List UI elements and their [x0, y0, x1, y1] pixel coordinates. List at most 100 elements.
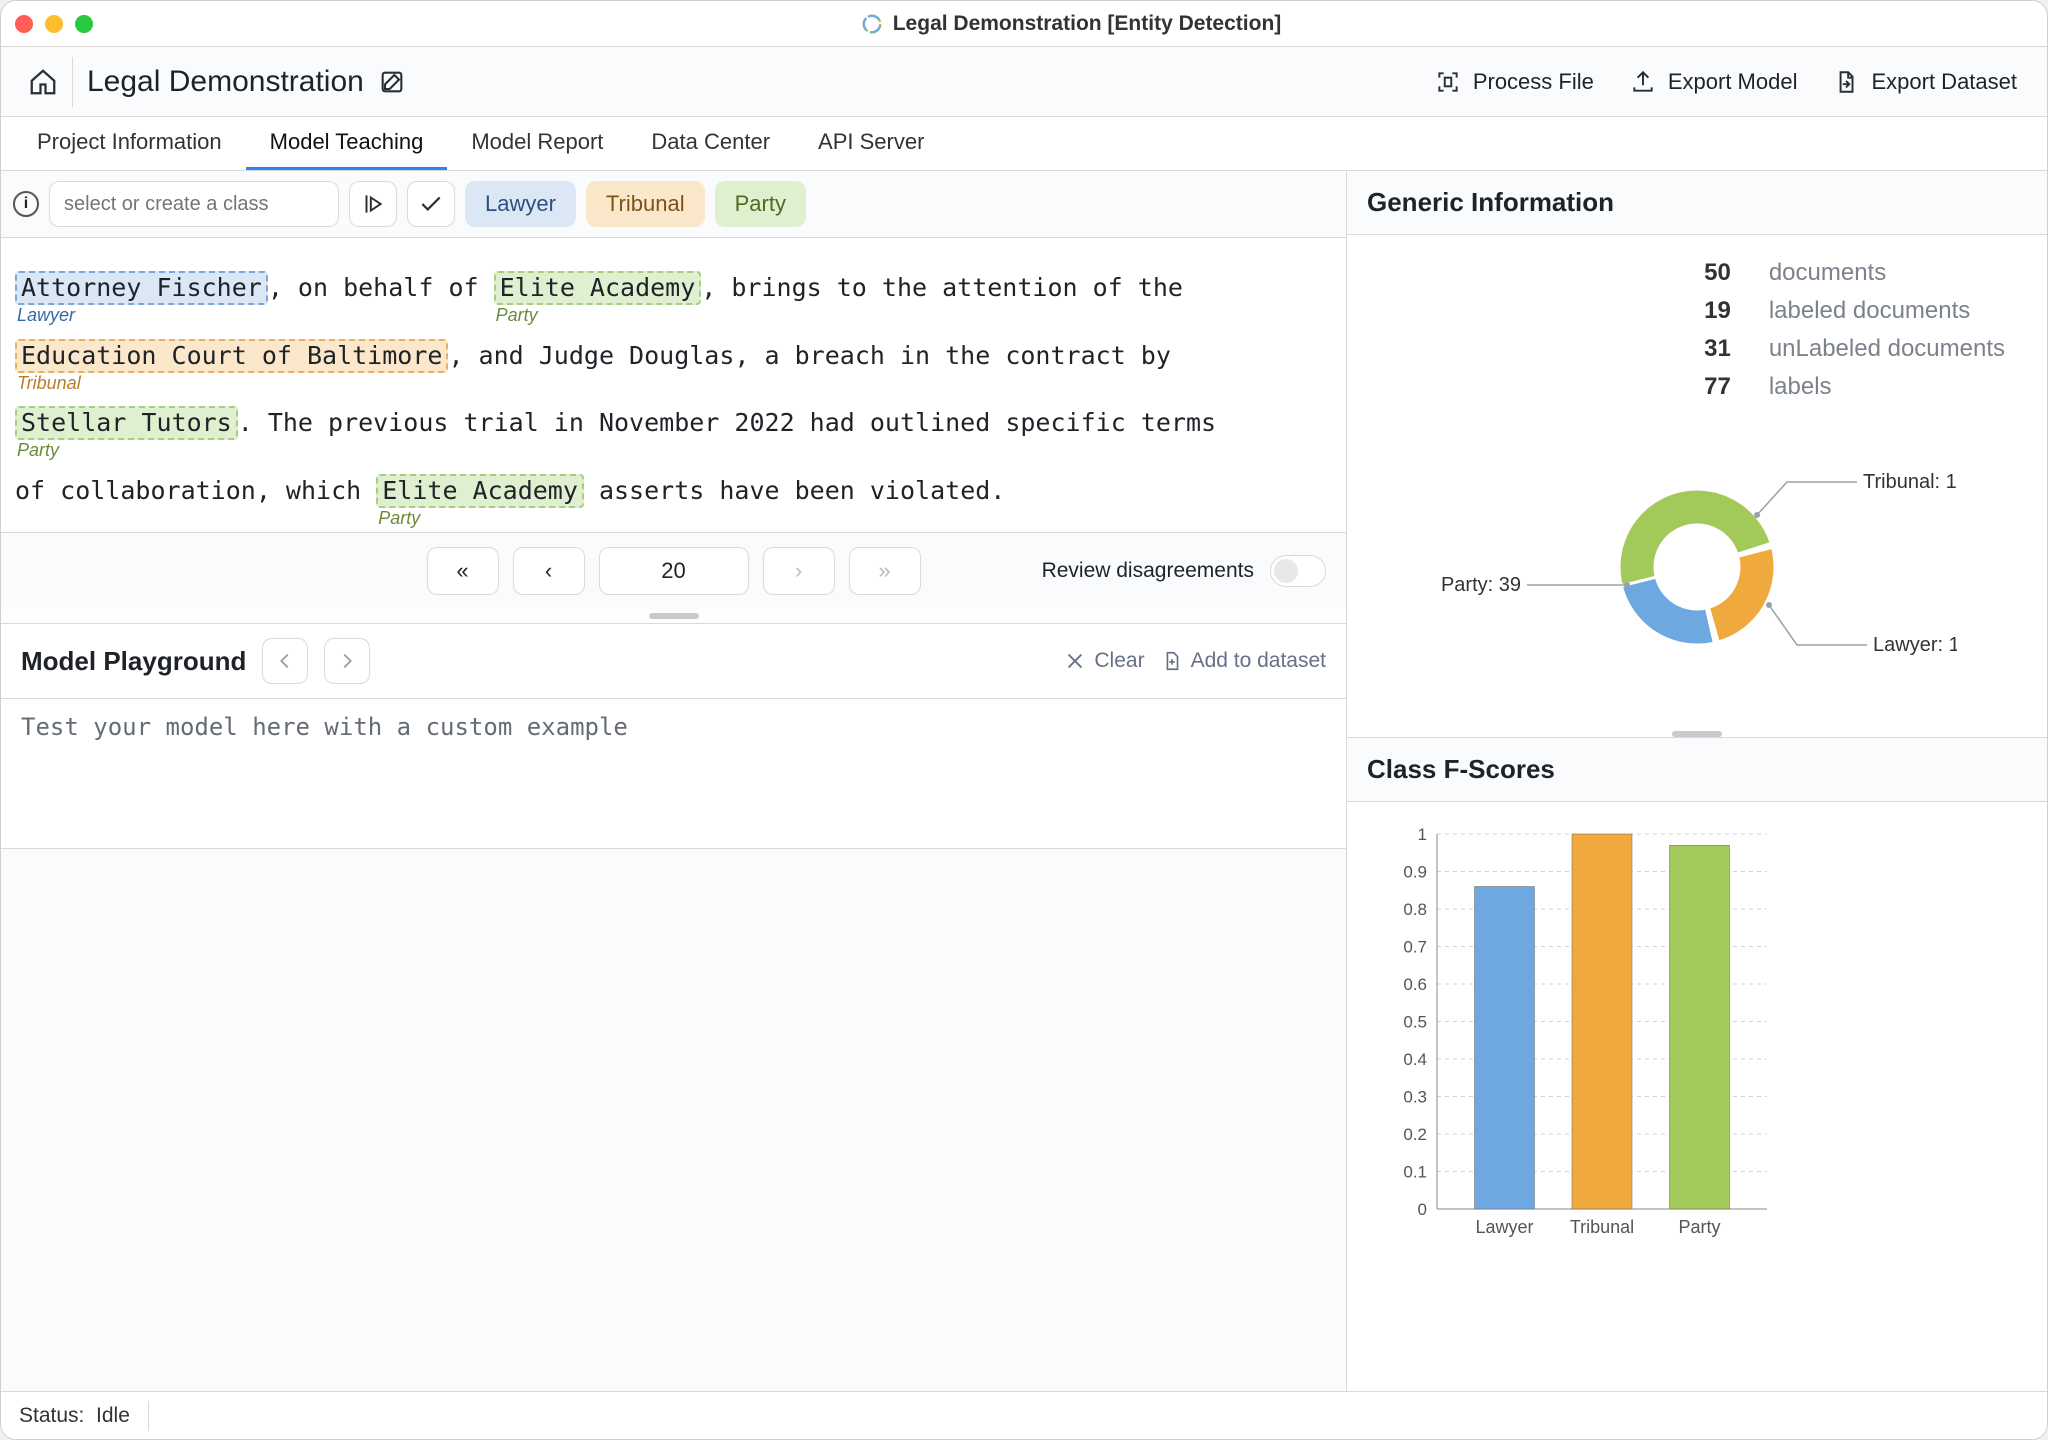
play-forward-icon	[360, 191, 386, 217]
playground-add-button[interactable]: Add to dataset	[1161, 649, 1326, 673]
fscore-title: Class F-Scores	[1347, 738, 2047, 802]
playground-prev-button[interactable]	[262, 638, 308, 684]
main-tabs: Project InformationModel TeachingModel R…	[1, 117, 2047, 171]
resize-handle[interactable]	[649, 613, 699, 619]
close-window-button[interactable]	[15, 15, 33, 33]
tab-api-server[interactable]: API Server	[794, 117, 948, 170]
zoom-window-button[interactable]	[75, 15, 93, 33]
upload-icon	[1630, 69, 1656, 95]
entity-label: Party	[378, 508, 420, 530]
stat-label: documents	[1751, 255, 2023, 291]
tab-project-information[interactable]: Project Information	[13, 117, 246, 170]
tab-model-report[interactable]: Model Report	[447, 117, 627, 170]
stat-row: 50documents	[1686, 255, 2023, 291]
svg-text:Lawyer: Lawyer	[1475, 1217, 1533, 1237]
svg-text:Lawyer: 19: Lawyer: 19	[1873, 634, 1957, 656]
tab-model-teaching[interactable]: Model Teaching	[246, 117, 448, 170]
titlebar: Legal Demonstration [Entity Detection]	[1, 1, 2047, 47]
class-chip-tribunal[interactable]: Tribunal	[586, 181, 705, 227]
pager-current[interactable]: 20	[599, 547, 749, 595]
fscore-panel: Class F-Scores 00.10.20.30.40.50.60.70.8…	[1347, 737, 2047, 1391]
svg-text:0.8: 0.8	[1403, 900, 1427, 919]
process-file-label: Process File	[1473, 69, 1594, 95]
svg-text:Party: 39: Party: 39	[1441, 574, 1521, 596]
stat-row: 77labels	[1686, 369, 2023, 405]
playground-input[interactable]: Test your model here with a custom examp…	[1, 699, 1346, 849]
svg-text:0.3: 0.3	[1403, 1088, 1427, 1107]
pager-next-button[interactable]: ›	[763, 547, 835, 595]
home-icon	[28, 67, 58, 97]
stat-value: 50	[1686, 255, 1749, 291]
entity-label: Tribunal	[17, 373, 81, 395]
svg-text:0.2: 0.2	[1403, 1125, 1427, 1144]
document-pager: « ‹ 20 › » Review disagreements	[1, 532, 1346, 609]
chevron-right-icon	[336, 650, 358, 672]
class-input[interactable]	[49, 181, 339, 227]
pager-last-button[interactable]: »	[849, 547, 921, 595]
export-model-button[interactable]: Export Model	[1612, 63, 1816, 101]
chevron-left-icon	[274, 650, 296, 672]
file-export-icon	[1833, 69, 1859, 95]
project-name-text: Legal Demonstration	[87, 65, 364, 99]
tab-data-center[interactable]: Data Center	[627, 117, 794, 170]
stat-row: 31unLabeled documents	[1686, 331, 2023, 367]
svg-text:0.6: 0.6	[1403, 975, 1427, 994]
status-value: Idle	[96, 1404, 130, 1428]
class-chip-lawyer[interactable]: Lawyer	[465, 181, 576, 227]
window-controls	[15, 15, 93, 33]
entity-lawyer[interactable]: Attorney FischerLawyer	[15, 271, 268, 305]
review-disagreements-toggle[interactable]	[1270, 555, 1326, 587]
home-button[interactable]	[13, 57, 73, 107]
playground-clear-button[interactable]: Clear	[1064, 649, 1144, 673]
entity-party[interactable]: Elite AcademyParty	[494, 271, 702, 305]
playground-next-button[interactable]	[324, 638, 370, 684]
content-split: i Lawyer Tribunal Party Attorney Fischer…	[1, 171, 2047, 1391]
svg-text:Party: Party	[1678, 1217, 1720, 1237]
window-title: Legal Demonstration [Entity Detection]	[109, 12, 2033, 36]
status-bar: Status: Idle	[1, 1391, 2047, 1439]
entity-label: Party	[496, 305, 538, 327]
svg-text:Tribunal: 19: Tribunal: 19	[1863, 471, 1957, 493]
app-logo-icon	[861, 13, 883, 35]
auto-play-button[interactable]	[349, 181, 397, 227]
stat-label: labeled documents	[1751, 293, 2023, 329]
svg-text:1: 1	[1418, 825, 1427, 844]
lower-empty-area	[1, 849, 1346, 1391]
process-file-button[interactable]: Process File	[1417, 63, 1612, 101]
minimize-window-button[interactable]	[45, 15, 63, 33]
check-icon	[418, 191, 444, 217]
confirm-button[interactable]	[407, 181, 455, 227]
svg-text:Tribunal: Tribunal	[1570, 1217, 1634, 1237]
entity-tribunal[interactable]: Education Court of BaltimoreTribunal	[15, 339, 448, 373]
status-label: Status:	[19, 1404, 84, 1428]
stat-row: 19labeled documents	[1686, 293, 2023, 329]
scan-icon	[1435, 69, 1461, 95]
stat-label: unLabeled documents	[1751, 331, 2023, 367]
pager-first-button[interactable]: «	[427, 547, 499, 595]
playground-header: Model Playground Clear Add to dataset	[1, 623, 1346, 699]
stat-value: 31	[1686, 331, 1749, 367]
app-window: Legal Demonstration [Entity Detection] L…	[0, 0, 2048, 1440]
file-plus-icon	[1161, 650, 1183, 672]
pager-prev-button[interactable]: ‹	[513, 547, 585, 595]
edit-icon[interactable]	[378, 68, 406, 96]
annotation-toolbar: i Lawyer Tribunal Party	[1, 171, 1346, 238]
toolbar: Legal Demonstration Process File Export …	[1, 47, 2047, 117]
x-icon	[1064, 650, 1086, 672]
export-dataset-label: Export Dataset	[1871, 69, 2017, 95]
info-icon[interactable]: i	[13, 191, 39, 217]
review-disagreements-label: Review disagreements	[1042, 559, 1254, 583]
entity-party[interactable]: Elite AcademyParty	[376, 474, 584, 508]
playground-title: Model Playground	[21, 646, 246, 677]
entity-party[interactable]: Stellar TutorsParty	[15, 406, 238, 440]
stat-value: 19	[1686, 293, 1749, 329]
class-chip-party[interactable]: Party	[715, 181, 806, 227]
window-title-text: Legal Demonstration [Entity Detection]	[893, 12, 1282, 36]
document-text[interactable]: Attorney FischerLawyer, on behalf of Eli…	[1, 238, 1346, 532]
export-model-label: Export Model	[1668, 69, 1798, 95]
entity-label: Lawyer	[17, 305, 75, 327]
svg-text:0.5: 0.5	[1403, 1013, 1427, 1032]
project-name: Legal Demonstration	[87, 65, 406, 99]
export-dataset-button[interactable]: Export Dataset	[1815, 63, 2035, 101]
stat-label: labels	[1751, 369, 2023, 405]
